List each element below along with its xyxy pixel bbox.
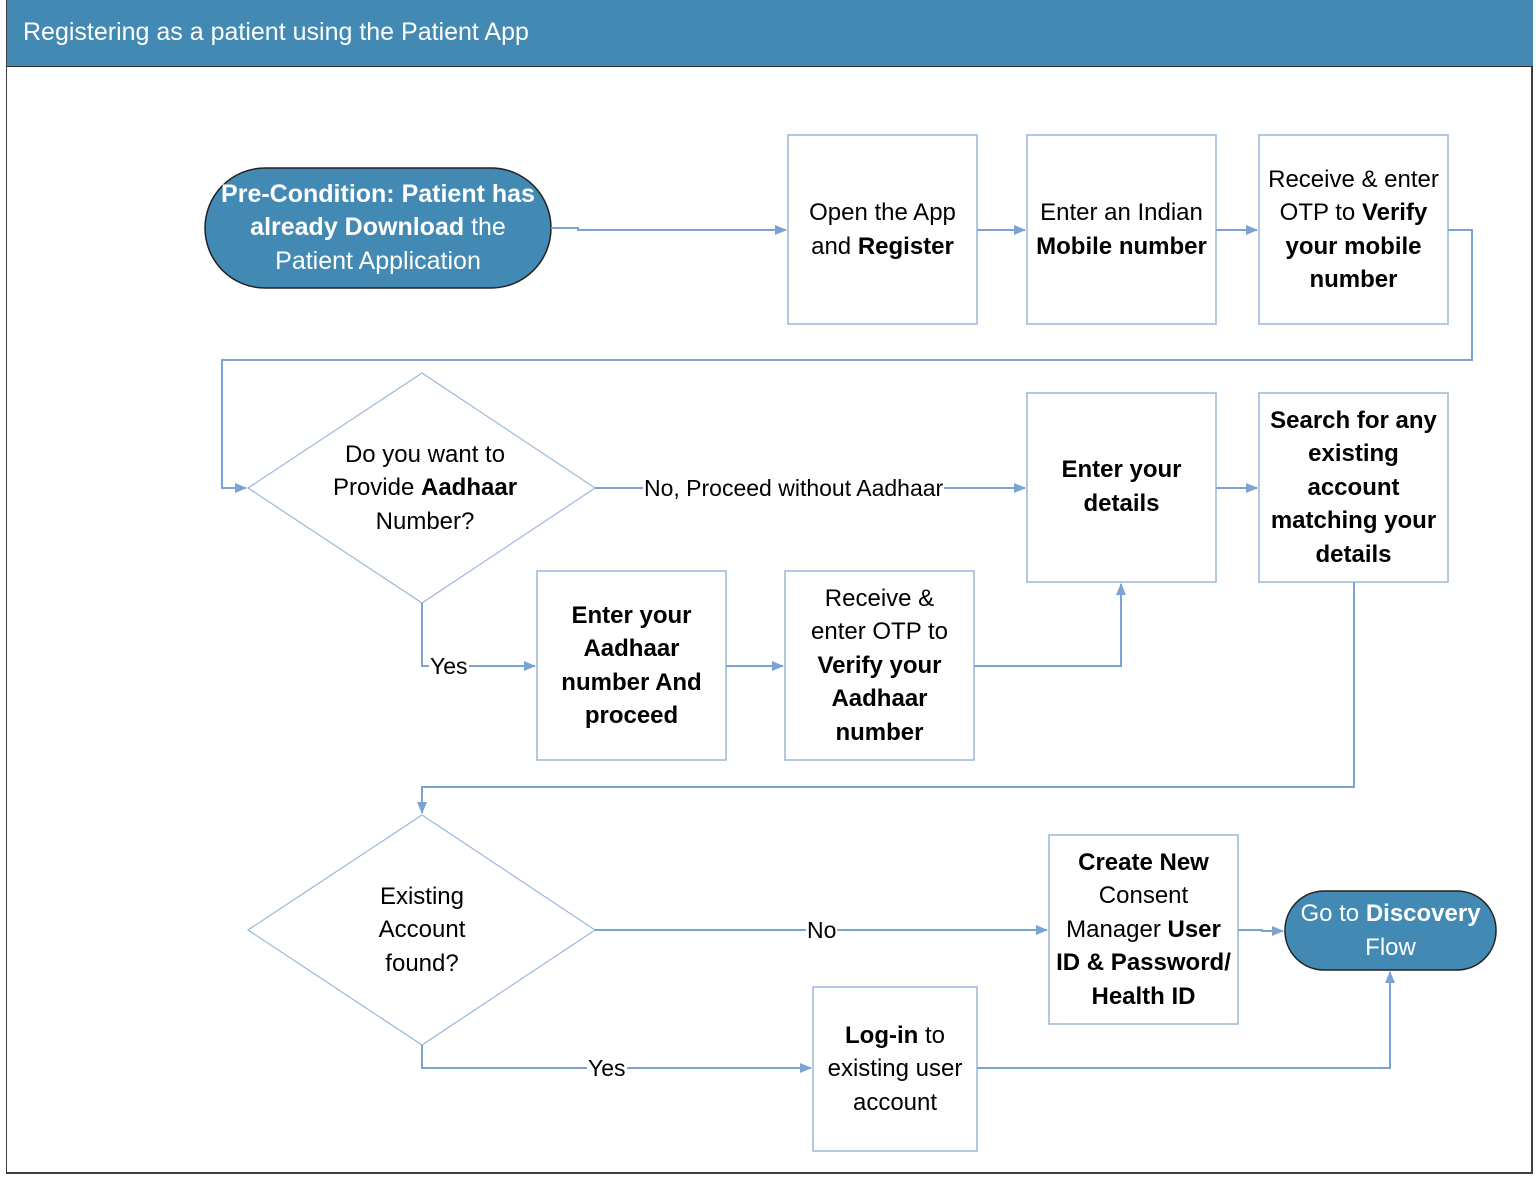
node-label: Existing Account found? (352, 880, 492, 981)
node-label: Create New Consent Manager User ID & Pas… (1052, 846, 1235, 1014)
node-label: Pre-Condition: Patient has already Downl… (210, 178, 546, 279)
search-account-text: Search for any existing account matching… (1262, 393, 1445, 582)
edge-precondition-to-open-app (551, 225, 787, 235)
aadhaar-decision-text: Do you want to Provide Aadhaar Number? (325, 420, 525, 556)
node-label: Receive & enter OTP to Verify your mobil… (1266, 163, 1441, 297)
node-label-segment: Flow (1365, 933, 1416, 961)
edge-create-account-to-discovery (1238, 926, 1284, 936)
node-label-segment: Search for any existing account matching… (1270, 406, 1437, 568)
verify-mobile-text: Receive & enter OTP to Verify your mobil… (1266, 135, 1441, 324)
edge-verify-aadhaar-to-enter-details (974, 583, 1126, 667)
node-label-segment: Enter an Indian (1040, 199, 1203, 226)
discovery-text: Go to Discovery Flow (1290, 893, 1491, 968)
login-text: Log-in to existing user account (816, 987, 974, 1151)
edge-label-account-yes: Yes (587, 1055, 627, 1081)
node-label-segment: Verify your Aadhaar number (817, 651, 942, 746)
node-label: Enter your Aadhaar number And proceed (547, 599, 716, 733)
node-label-segment: Receive & enter OTP to (811, 584, 948, 646)
account-decision-text: Existing Account found? (352, 870, 492, 990)
node-label: Open the App and Register (795, 196, 970, 263)
node-label: Receive & enter OTP to Verify your Aadha… (797, 582, 962, 750)
node-label-segment: Aadhaar (421, 474, 518, 502)
edge-label-no-proceed-without-aadhaar: No, Proceed without Aadhaar (643, 475, 945, 501)
node-label-segment: Go to (1300, 900, 1366, 927)
create-account-text: Create New Consent Manager User ID & Pas… (1052, 831, 1235, 1028)
node-label-segment: Enter your Aadhaar number And proceed (561, 601, 702, 730)
enter-aadhaar-text: Enter your Aadhaar number And proceed (547, 571, 716, 760)
precondition-text: Pre-Condition: Patient has already Downl… (210, 170, 546, 286)
open-app-text: Open the App and Register (795, 135, 970, 324)
verify-aadhaar-text: Receive & enter OTP to Verify your Aadha… (797, 571, 962, 760)
enter-mobile-text: Enter an Indian Mobile number (1030, 135, 1213, 324)
edge-label-aadhaar-yes: Yes (429, 653, 469, 679)
node-label: Enter your details (1040, 453, 1203, 520)
node-label: Enter an Indian Mobile number (1030, 196, 1213, 263)
node-label: Go to Discovery Flow (1290, 897, 1491, 964)
node-label-segment: Register (857, 232, 954, 260)
node-label-segment: Create New (1078, 848, 1209, 876)
node-label: Log-in to existing user account (816, 1019, 974, 1120)
enter-details-text: Enter your details (1040, 393, 1203, 582)
node-label-segment: Number? (375, 507, 475, 535)
node-label: Search for any existing account matching… (1262, 404, 1445, 572)
node-label-segment: Log-in (845, 1021, 919, 1049)
node-label: Do you want to Provide Aadhaar Number? (325, 438, 525, 539)
edge-label-account-no: No (806, 917, 838, 943)
node-label-segment: Mobile number (1036, 232, 1207, 260)
node-label-segment: Discovery (1365, 900, 1481, 927)
node-label-segment: Enter your details (1061, 456, 1182, 517)
node-label-segment: Existing Account found? (378, 882, 466, 977)
